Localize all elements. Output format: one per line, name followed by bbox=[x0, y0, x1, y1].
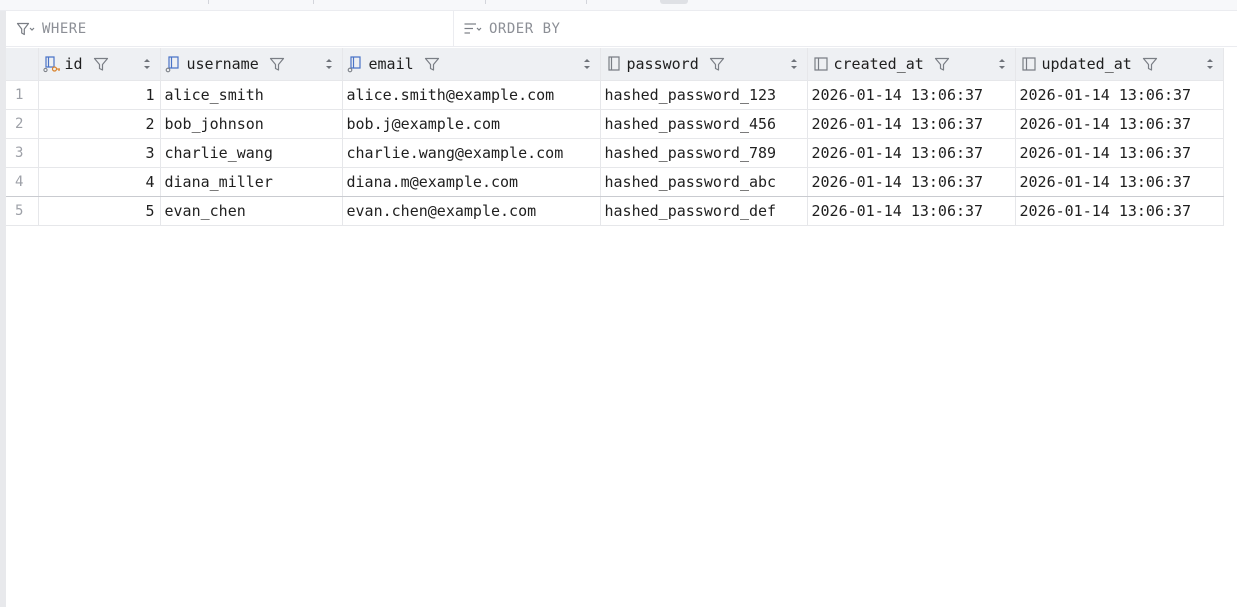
header-row: id username email password created_at up… bbox=[6, 48, 1224, 81]
cell-created-at[interactable]: 2026-01-14 13:06:37 bbox=[807, 80, 1016, 110]
column-header-id[interactable]: id bbox=[38, 48, 161, 81]
column-filter-icon[interactable] bbox=[1142, 56, 1158, 72]
row-number[interactable]: 1 bbox=[6, 80, 39, 110]
column-label: updated_at bbox=[1041, 55, 1132, 73]
cell-updated-at[interactable]: 2026-01-14 13:06:37 bbox=[1015, 80, 1224, 110]
sort-lines-icon bbox=[463, 21, 483, 37]
cell-updated-at[interactable]: 2026-01-14 13:06:37 bbox=[1015, 138, 1224, 168]
toolbar-separator bbox=[313, 0, 314, 4]
column-icon bbox=[812, 55, 830, 73]
cell-email[interactable]: evan.chen@example.com bbox=[342, 196, 601, 226]
where-placeholder: WHERE bbox=[42, 21, 87, 37]
cell-username[interactable]: diana_miller bbox=[160, 167, 343, 197]
table-row[interactable]: 4 4 diana_miller diana.m@example.com has… bbox=[6, 167, 1224, 197]
column-filter-icon[interactable] bbox=[709, 56, 725, 72]
cell-password[interactable]: hashed_password_456 bbox=[600, 109, 808, 139]
cell-email[interactable]: diana.m@example.com bbox=[342, 167, 601, 197]
unique-key-column-icon bbox=[347, 55, 365, 73]
cell-id[interactable]: 1 bbox=[38, 80, 161, 110]
sort-arrows-icon[interactable] bbox=[789, 57, 799, 71]
unique-key-column-icon bbox=[165, 55, 183, 73]
cell-username[interactable]: bob_johnson bbox=[160, 109, 343, 139]
cell-created-at[interactable]: 2026-01-14 13:06:37 bbox=[807, 109, 1016, 139]
column-icon bbox=[605, 55, 623, 73]
table-row[interactable]: 1 1 alice_smith alice.smith@example.com … bbox=[6, 80, 1224, 110]
column-label: username bbox=[186, 55, 259, 73]
cell-email[interactable]: alice.smith@example.com bbox=[342, 80, 601, 110]
cell-id[interactable]: 3 bbox=[38, 138, 161, 168]
toolbar-strip bbox=[0, 0, 1237, 11]
column-header-updated-at[interactable]: updated_at bbox=[1015, 48, 1224, 81]
row-number[interactable]: 2 bbox=[6, 109, 39, 139]
cell-updated-at[interactable]: 2026-01-14 13:06:37 bbox=[1015, 167, 1224, 197]
cell-username[interactable]: evan_chen bbox=[160, 196, 343, 226]
column-filter-icon[interactable] bbox=[934, 56, 950, 72]
primary-key-column-icon bbox=[42, 55, 61, 73]
cell-id[interactable]: 4 bbox=[38, 167, 161, 197]
sort-arrows-icon[interactable] bbox=[324, 57, 334, 71]
cell-password[interactable]: hashed_password_def bbox=[600, 196, 808, 226]
cell-created-at[interactable]: 2026-01-14 13:06:37 bbox=[807, 138, 1016, 168]
cell-password[interactable]: hashed_password_789 bbox=[600, 138, 808, 168]
cell-username[interactable]: charlie_wang bbox=[160, 138, 343, 168]
row-number[interactable]: 3 bbox=[6, 138, 39, 168]
toolbar-tab-handle[interactable] bbox=[660, 0, 688, 4]
column-header-password[interactable]: password bbox=[600, 48, 808, 81]
cell-password[interactable]: hashed_password_123 bbox=[600, 80, 808, 110]
column-header-created-at[interactable]: created_at bbox=[807, 48, 1016, 81]
column-filter-icon[interactable] bbox=[424, 56, 440, 72]
sort-arrows-icon[interactable] bbox=[997, 57, 1007, 71]
column-label: password bbox=[626, 55, 699, 73]
column-label: email bbox=[368, 55, 414, 73]
sort-arrows-icon[interactable] bbox=[582, 57, 592, 71]
column-header-email[interactable]: email bbox=[342, 48, 601, 81]
cell-email[interactable]: charlie.wang@example.com bbox=[342, 138, 601, 168]
column-label: id bbox=[64, 55, 83, 73]
row-number-header[interactable] bbox=[6, 48, 39, 81]
orderby-placeholder: ORDER BY bbox=[489, 21, 561, 37]
column-header-username[interactable]: username bbox=[160, 48, 343, 81]
where-filter-input[interactable]: WHERE bbox=[6, 11, 454, 47]
table-row[interactable]: 2 2 bob_johnson bob.j@example.com hashed… bbox=[6, 109, 1224, 139]
table-row[interactable]: 3 3 charlie_wang charlie.wang@example.co… bbox=[6, 138, 1224, 168]
sort-arrows-icon[interactable] bbox=[1205, 57, 1215, 71]
orderby-input[interactable]: ORDER BY bbox=[455, 11, 1237, 47]
column-label: created_at bbox=[833, 55, 924, 73]
toolbar-separator bbox=[586, 0, 587, 4]
cell-email[interactable]: bob.j@example.com bbox=[342, 109, 601, 139]
toolbar-separator bbox=[208, 0, 209, 4]
cell-created-at[interactable]: 2026-01-14 13:06:37 bbox=[807, 167, 1016, 197]
cell-password[interactable]: hashed_password_abc bbox=[600, 167, 808, 197]
cell-updated-at[interactable]: 2026-01-14 13:06:37 bbox=[1015, 109, 1224, 139]
results-grid: id username email password created_at up… bbox=[6, 48, 1224, 226]
filter-bar: WHERE ORDER BY bbox=[6, 11, 1237, 47]
sort-arrows-icon[interactable] bbox=[142, 57, 152, 71]
toolbar-separator bbox=[485, 0, 486, 4]
cell-created-at[interactable]: 2026-01-14 13:06:37 bbox=[807, 196, 1016, 226]
cell-updated-at[interactable]: 2026-01-14 13:06:37 bbox=[1015, 196, 1224, 226]
cell-id[interactable]: 2 bbox=[38, 109, 161, 139]
column-filter-icon[interactable] bbox=[93, 56, 109, 72]
cell-username[interactable]: alice_smith bbox=[160, 80, 343, 110]
row-number[interactable]: 5 bbox=[6, 196, 39, 226]
column-filter-icon[interactable] bbox=[269, 56, 285, 72]
cell-id[interactable]: 5 bbox=[38, 196, 161, 226]
data-editor: WHERE ORDER BY id username email passwor… bbox=[0, 0, 1237, 607]
row-number[interactable]: 4 bbox=[6, 167, 39, 197]
filter-icon bbox=[16, 21, 36, 37]
table-row[interactable]: 5 5 evan_chen evan.chen@example.com hash… bbox=[6, 196, 1224, 226]
column-icon bbox=[1020, 55, 1038, 73]
